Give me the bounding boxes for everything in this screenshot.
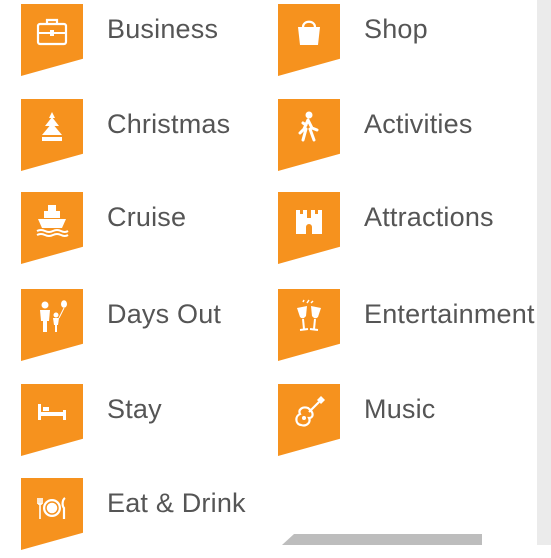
category-shop[interactable]: Shop [257, 4, 517, 84]
category-badge [278, 384, 340, 456]
category-badge [278, 4, 340, 76]
category-cruise[interactable]: Cruise [0, 192, 260, 272]
category-music[interactable]: Music [257, 384, 517, 464]
category-label: Attractions [364, 202, 494, 232]
category-badge [21, 289, 83, 361]
category-badge [21, 4, 83, 76]
bed-icon [38, 404, 66, 420]
category-badge [278, 289, 340, 361]
cruise-ship-icon [36, 205, 69, 237]
category-badge [21, 478, 83, 550]
category-attractions[interactable]: Attractions [257, 192, 517, 272]
category-label: Business [107, 14, 219, 44]
category-badge [21, 384, 83, 456]
castle-icon [296, 210, 322, 234]
briefcase-icon [36, 18, 68, 46]
category-grid: Business Shop Christmas Activities Cruis… [0, 0, 537, 550]
category-christmas[interactable]: Christmas [0, 99, 260, 179]
category-badge [278, 192, 340, 264]
category-label: Cruise [107, 202, 187, 232]
christmas-tree-icon [42, 112, 62, 141]
category-stay[interactable]: Stay [0, 384, 260, 464]
family-balloon-icon [40, 300, 67, 332]
category-activities[interactable]: Activities [257, 99, 517, 179]
category-label: Shop [364, 14, 428, 44]
category-badge [21, 192, 83, 264]
guitar-icon [295, 396, 325, 427]
category-label: Days Out [107, 299, 222, 329]
plate-cutlery-icon [37, 497, 66, 519]
bottom-tab[interactable] [282, 534, 482, 545]
category-label: Music [364, 394, 436, 424]
hiking-person-icon [298, 111, 319, 142]
category-days-out[interactable]: Days Out [0, 289, 260, 369]
scrollbar-track[interactable] [537, 0, 551, 545]
category-badge [278, 99, 340, 171]
category-eat-drink[interactable]: Eat & Drink [0, 478, 260, 558]
category-entertainment[interactable]: Entertainment [257, 289, 535, 369]
shopping-bag-icon [298, 20, 320, 45]
category-label: Stay [107, 394, 162, 424]
category-badge [21, 99, 83, 171]
category-label: Eat & Drink [107, 488, 246, 518]
category-label: Christmas [107, 109, 231, 139]
category-label: Entertainment [364, 299, 535, 329]
cheers-glasses-icon [297, 299, 321, 331]
category-business[interactable]: Business [0, 4, 260, 84]
category-label: Activities [364, 109, 473, 139]
